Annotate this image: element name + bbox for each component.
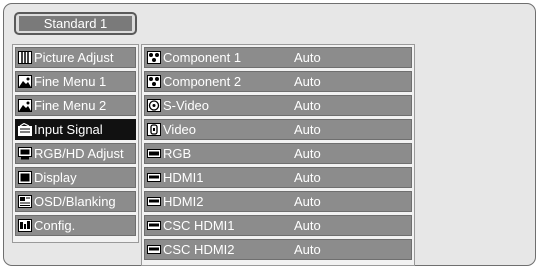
input-row-csc-hdmi2[interactable]: CSC HDMI2 Auto [144,239,412,260]
input-row-value: Auto [294,50,321,65]
component-connector-icon [147,51,161,64]
hdmi-connector-icon [147,221,161,230]
hdmi-connector-icon [147,245,161,254]
input-row-hdmi1[interactable]: HDMI1 Auto [144,167,412,188]
hdmi-connector-icon [147,173,161,182]
input-row-value: Auto [294,74,321,89]
input-row-label: RGB [163,146,192,161]
input-row-value: Auto [294,122,321,137]
landscape-icon [18,75,32,88]
input-row-s-video[interactable]: S-Video Auto [144,95,412,116]
input-row-value: Auto [294,218,321,233]
sidebar-item-picture-adjust[interactable]: Picture Adjust [15,47,136,68]
input-row-value: Auto [294,194,321,209]
sidebar-item-label: Fine Menu 1 [34,74,107,89]
osd-panel: Standard 1 Picture Adjust Fine Menu 1 Fi… [3,3,536,266]
input-row-label: Component 1 [163,50,242,65]
landscape-icon [18,99,32,112]
svideo-connector-icon [147,99,161,112]
sidebar-item-label: Picture Adjust [34,50,114,65]
input-row-value: Auto [294,242,321,257]
input-row-label: CSC HDMI1 [163,218,235,233]
grid-icon [18,51,32,64]
input-row-csc-hdmi1[interactable]: CSC HDMI1 Auto [144,215,412,236]
sidebar-item-label: Fine Menu 2 [34,98,107,113]
mode-tab-label: Standard 1 [19,16,132,31]
sidebar-item-fine-menu-1[interactable]: Fine Menu 1 [15,71,136,92]
sidebar-item-osd-blanking[interactable]: OSD/Blanking [15,191,136,212]
input-row-rgb[interactable]: RGB Auto [144,143,412,164]
sidebar-item-rgb-hd-adjust[interactable]: RGB/HD Adjust [15,143,136,164]
sidebar-menu: Picture Adjust Fine Menu 1 Fine Menu 2 I… [12,44,139,243]
video-connector-icon [147,123,161,136]
sidebar-item-fine-menu-2[interactable]: Fine Menu 2 [15,95,136,116]
sidebar-item-display[interactable]: Display [15,167,136,188]
sidebar-item-config[interactable]: Config. [15,215,136,236]
component-connector-icon [147,75,161,88]
input-row-label: HDMI1 [163,170,204,185]
mode-tab[interactable]: Standard 1 [14,12,137,35]
config-icon [18,219,32,232]
input-signal-list: Component 1 Auto Component 2 Auto S-Vide… [141,44,415,266]
rgb-connector-icon [147,149,161,158]
input-row-label: HDMI2 [163,194,204,209]
sidebar-item-label: Config. [34,218,76,233]
input-row-video[interactable]: Video Auto [144,119,412,140]
sidebar-item-label: OSD/Blanking [34,194,116,209]
sidebar-item-label: Display [34,170,77,185]
input-row-value: Auto [294,98,321,113]
display-icon [18,171,32,184]
monitor-icon [18,147,32,160]
sidebar-item-label: Input Signal [34,122,103,137]
input-row-value: Auto [294,170,321,185]
sidebar-item-input-signal[interactable]: Input Signal [15,119,136,140]
input-row-label: S-Video [163,98,210,113]
input-signal-icon [18,123,32,136]
hdmi-connector-icon [147,197,161,206]
osd-icon [18,195,32,208]
input-row-value: Auto [294,146,321,161]
input-row-label: Video [163,122,197,137]
input-row-component-2[interactable]: Component 2 Auto [144,71,412,92]
input-row-label: Component 2 [163,74,242,89]
input-row-label: CSC HDMI2 [163,242,235,257]
input-row-component-1[interactable]: Component 1 Auto [144,47,412,68]
sidebar-item-label: RGB/HD Adjust [34,146,124,161]
input-row-hdmi2[interactable]: HDMI2 Auto [144,191,412,212]
